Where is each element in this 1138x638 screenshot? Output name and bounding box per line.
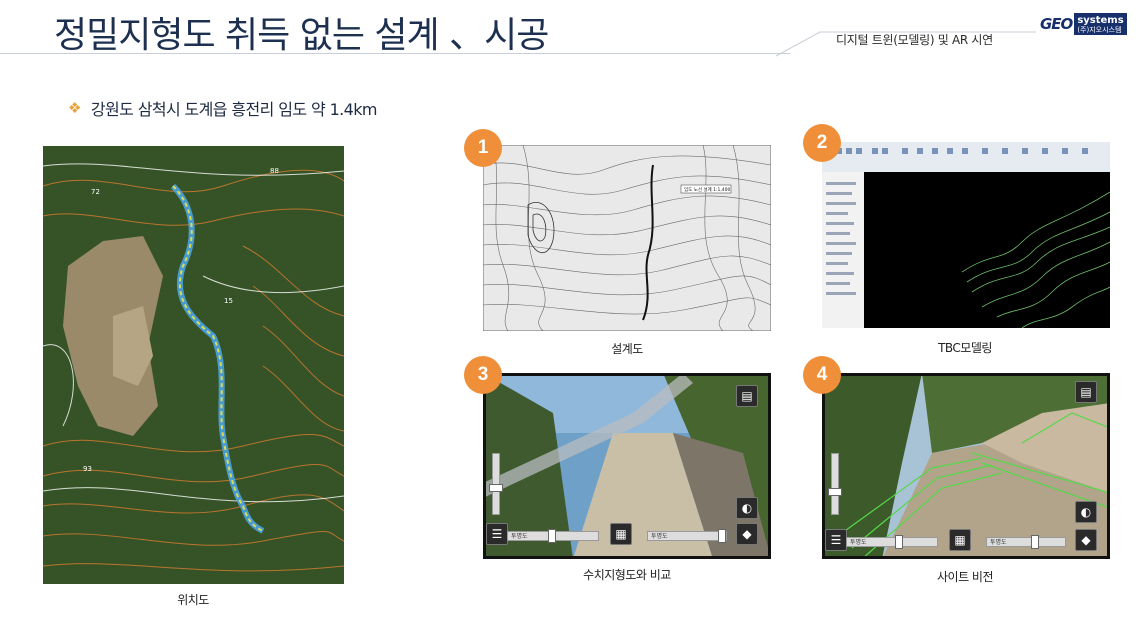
menu-button[interactable]: ☰ <box>486 523 508 545</box>
vertical-slider[interactable] <box>489 453 503 515</box>
logo-geo: GEO <box>1038 13 1075 35</box>
ar-comparison-view: ▤ ◐ ◆ ☰ ▦ 투명도 투명도 <box>483 373 771 559</box>
map-label-72: 72 <box>91 188 100 196</box>
title-divider <box>0 53 790 54</box>
design-drawing: 임도 노선 설계 1:1,400 <box>483 145 771 331</box>
site-description-text: 강원도 삼척시 도계읍 흥전리 임도 약 1.4km <box>90 100 378 119</box>
design-drawing-caption: 설계도 <box>611 342 643 356</box>
map-label-88: 88 <box>270 167 279 175</box>
opacity-slider-right-knob[interactable] <box>718 529 726 543</box>
grid-button[interactable]: ▦ <box>949 529 971 551</box>
site-vision-caption: 사이트 비전 <box>936 570 994 584</box>
site-vision-view: ▤ ◐ ◆ ☰ ▦ 투명도 투명도 <box>822 373 1110 559</box>
vertical-slider-knob[interactable] <box>828 488 842 496</box>
cube-button[interactable]: ◆ <box>1075 529 1097 551</box>
cube-button[interactable]: ◆ <box>736 523 758 545</box>
step-badge-2: 2 <box>803 124 841 162</box>
opacity-slider-right[interactable]: 투명도 <box>986 535 1066 549</box>
compass-button[interactable]: ◐ <box>1075 501 1097 523</box>
location-map: 72 88 15 93 <box>43 146 344 584</box>
vertical-slider[interactable] <box>828 453 842 515</box>
step-badge-4: 4 <box>803 356 841 394</box>
opacity-slider-left-knob[interactable] <box>895 535 903 549</box>
company-logo: GEO systems (주)지오시스템 <box>1038 13 1130 35</box>
layers-button[interactable]: ▤ <box>1075 381 1097 403</box>
bullet-diamond-icon: ❖ <box>68 99 81 117</box>
opacity-slider-left-knob[interactable] <box>548 529 556 543</box>
design-inset-label: 임도 노선 설계 1:1,400 <box>684 186 731 193</box>
menu-button[interactable]: ☰ <box>825 529 847 551</box>
map-label-15: 15 <box>224 297 233 305</box>
map-label-93: 93 <box>83 465 92 473</box>
vertical-slider-knob[interactable] <box>489 484 503 492</box>
demo-tag: 디지털 트윈(모델링) 및 AR 시연 <box>836 33 993 47</box>
logo-systems: systems (주)지오시스템 <box>1074 13 1127 35</box>
site-description: ❖ 강원도 삼척시 도계읍 흥전리 임도 약 1.4km <box>68 96 377 120</box>
tbc-modeling-screenshot <box>822 142 1110 328</box>
location-map-caption: 위치도 <box>177 593 209 607</box>
tbc-modeling-caption: TBC모델링 <box>938 341 992 355</box>
ar-comparison-caption: 수치지형도와 비교 <box>583 568 671 582</box>
opacity-slider-right-knob[interactable] <box>1031 535 1039 549</box>
opacity-slider-right[interactable]: 투명도 <box>647 529 727 543</box>
page-title: 정밀지형도 취득 없는 설계 、시공 <box>54 15 549 56</box>
step-badge-3: 3 <box>464 356 502 394</box>
opacity-slider-left[interactable]: 투명도 <box>507 529 599 543</box>
opacity-slider-left[interactable]: 투명도 <box>846 535 938 549</box>
layers-button[interactable]: ▤ <box>736 385 758 407</box>
grid-button[interactable]: ▦ <box>610 523 632 545</box>
compass-button[interactable]: ◐ <box>736 497 758 519</box>
step-badge-1: 1 <box>464 129 502 167</box>
